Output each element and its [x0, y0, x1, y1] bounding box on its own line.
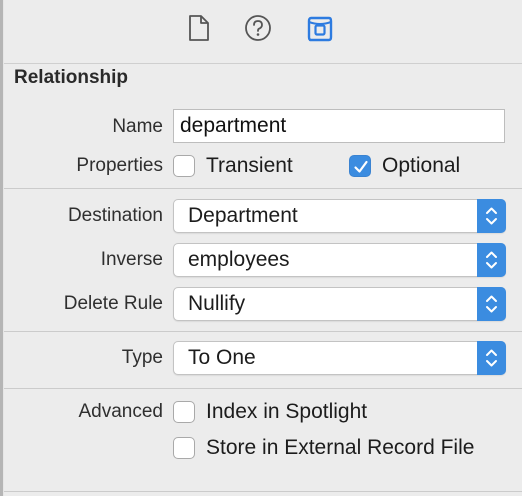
- index-spotlight-label: Index in Spotlight: [206, 400, 368, 423]
- name-field[interactable]: department: [173, 109, 505, 143]
- destination-value: Department: [188, 204, 298, 227]
- quick-help-icon[interactable]: [244, 14, 272, 47]
- section-title: Relationship: [14, 67, 129, 88]
- file-inspector-icon[interactable]: [188, 14, 210, 47]
- inverse-label: Inverse: [100, 249, 163, 270]
- name-label: Name: [112, 116, 163, 137]
- properties-label: Properties: [76, 155, 163, 176]
- popup-stepper: [477, 199, 506, 233]
- bottom-divider: [4, 491, 522, 492]
- optional-label: Optional: [382, 154, 461, 177]
- chevron-up-down-icon: [486, 295, 497, 313]
- chevron-up-down-icon: [486, 207, 497, 225]
- type-label: Type: [121, 347, 163, 368]
- inverse-popup[interactable]: employees: [173, 243, 506, 277]
- external-record-checkbox[interactable]: [173, 437, 195, 459]
- window-inner-border: [3, 0, 4, 496]
- popup-stepper: [477, 341, 506, 375]
- chevron-up-down-icon: [486, 349, 497, 367]
- divider: [4, 331, 522, 332]
- chevron-up-down-icon: [486, 251, 497, 269]
- delete-rule-label: Delete Rule: [63, 293, 163, 314]
- divider: [4, 188, 522, 189]
- inverse-value: employees: [188, 248, 290, 271]
- type-popup[interactable]: To One: [173, 341, 506, 375]
- toolbar-divider: [4, 63, 522, 64]
- destination-popup[interactable]: Department: [173, 199, 506, 233]
- destination-label: Destination: [67, 205, 163, 226]
- popup-stepper: [477, 287, 506, 321]
- delete-rule-value: Nullify: [188, 292, 246, 315]
- transient-label: Transient: [206, 154, 293, 177]
- optional-checkbox[interactable]: [349, 155, 371, 177]
- type-value: To One: [188, 346, 256, 369]
- transient-checkbox[interactable]: [173, 155, 195, 177]
- divider: [4, 388, 522, 389]
- advanced-label: Advanced: [78, 401, 163, 422]
- delete-rule-popup[interactable]: Nullify: [173, 287, 506, 321]
- index-spotlight-checkbox[interactable]: [173, 401, 195, 423]
- external-record-label: Store in External Record File: [206, 436, 475, 459]
- checkmark-icon: [354, 160, 368, 173]
- popup-stepper: [477, 243, 506, 277]
- inspector-toolbar: [4, 0, 522, 63]
- data-model-inspector-icon[interactable]: [305, 14, 335, 49]
